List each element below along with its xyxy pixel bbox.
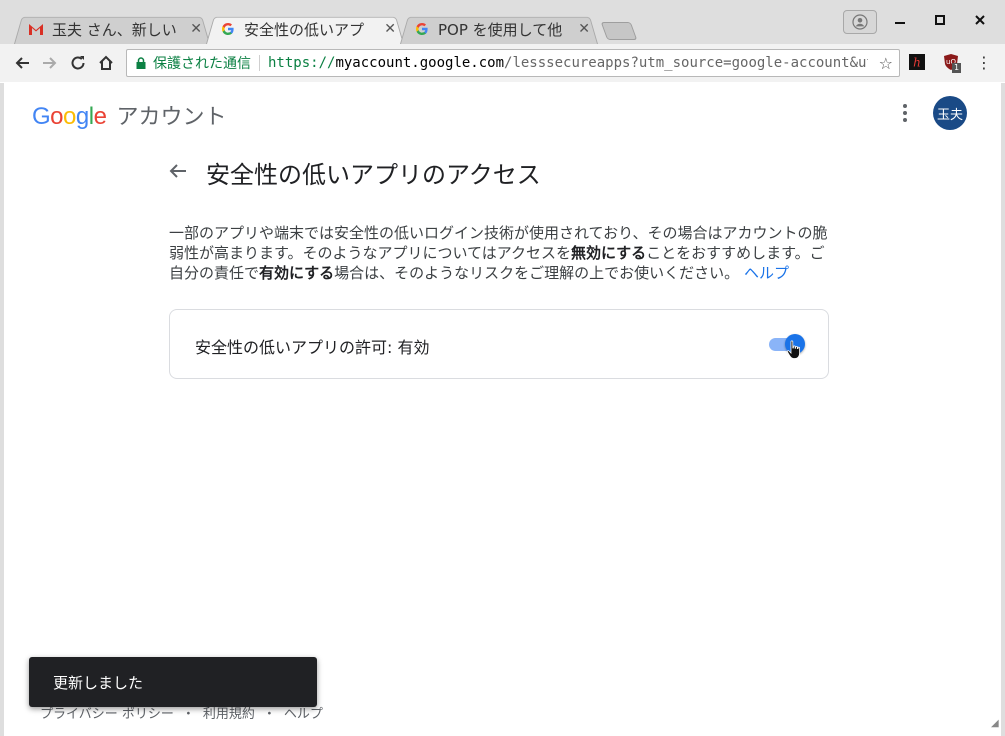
google-icon [220,21,236,37]
more-options-icon[interactable] [895,101,915,125]
description-emphasis: 無効にする [571,244,647,262]
home-icon[interactable] [94,51,118,75]
tab-strip: 玉夫 さん、新しい ✕ 安全性の低いアプ ✕ POP を使用して他 ✕ [0,0,1005,44]
secure-connection-label[interactable]: 保護された通信 [153,53,251,73]
google-account-logo[interactable]: Google アカウント [32,99,226,131]
tab-pop[interactable]: POP を使用して他 ✕ [400,14,598,44]
snackbar-message: 更新しました [53,673,144,692]
snackbar: 更新しました [29,657,317,707]
svg-text:h: h [913,56,921,70]
tab-title: POP を使用して他 [438,20,563,39]
help-link[interactable]: ヘルプ [744,264,789,282]
url-host: myaccount.google.com [335,55,505,71]
ublock-icon[interactable]: uO 1 [942,53,962,73]
close-tab-icon[interactable]: ✕ [384,21,396,37]
back-icon[interactable] [10,51,34,75]
footer-separator: ・ [181,707,195,722]
back-arrow-icon[interactable] [166,159,190,183]
url-path: /lesssecureapps?utm_source=google-accoun… [504,55,868,71]
resize-corner-icon[interactable]: ◢ [991,718,999,729]
browser-chrome: 玉夫 さん、新しい ✕ 安全性の低いアプ ✕ POP を使用して他 ✕ 保護され… [0,0,1005,82]
tab-less-secure-apps[interactable]: 安全性の低いアプ ✕ [206,14,404,44]
ublock-badge: 1 [952,63,962,73]
browser-menu-icon[interactable]: ⋮ [975,53,993,72]
person-icon [852,14,868,30]
close-window-button[interactable] [968,10,992,29]
google-logo: Google [32,103,107,130]
footer-help-link[interactable]: ヘルプ [284,707,323,722]
url-text[interactable]: https://myaccount.google.com/lesssecurea… [268,55,868,71]
page-content: Google アカウント 玉夫 安全性の低いアプリのアクセス 一部のアプリや端末… [0,83,1005,736]
product-name: アカウント [116,105,227,130]
tab-title: 玉夫 さん、新しい [52,20,177,39]
google-icon [414,21,430,37]
avatar[interactable]: 玉夫 [933,96,967,130]
description-emphasis: 有効にする [259,264,335,282]
maximize-button[interactable] [928,10,952,29]
h-extension-icon[interactable]: h [908,53,926,71]
close-tab-icon[interactable]: ✕ [190,21,202,37]
setting-label: 安全性の低いアプリの許可: 有効 [195,338,430,357]
terms-link[interactable]: 利用規約 [203,707,255,722]
reload-icon[interactable] [66,51,90,75]
page-title: 安全性の低いアプリのアクセス [206,161,541,189]
close-tab-icon[interactable]: ✕ [578,21,590,37]
forward-icon[interactable] [38,51,62,75]
description-part: 場合は、そのようなリスクをご理解の上でお使いください。 [334,264,740,282]
address-bar[interactable]: 保護された通信 https://myaccount.google.com/les… [126,49,900,77]
omnibox-divider [259,55,260,71]
bookmark-star-icon[interactable]: ☆ [879,54,893,73]
tab-title: 安全性の低いアプ [244,20,365,39]
hand-cursor-icon [786,340,800,359]
privacy-policy-link[interactable]: プライバシー ポリシー [40,707,174,722]
footer-separator: ・ [262,707,276,722]
browser-toolbar: 保護された通信 https://myaccount.google.com/les… [0,44,1005,82]
tab-gmail[interactable]: 玉夫 さん、新しい ✕ [14,14,210,44]
description-text: 一部のアプリや端末では安全性の低いログイン技術が使用されており、その場合はアカウ… [169,223,833,283]
lock-icon [135,57,147,69]
gmail-icon [28,21,44,37]
url-scheme: https:// [268,55,336,71]
less-secure-apps-setting-card: 安全性の低いアプリの許可: 有効 [169,309,829,379]
profile-button[interactable] [843,10,877,34]
minimize-button[interactable] [888,10,912,29]
new-tab-button[interactable] [600,22,638,40]
